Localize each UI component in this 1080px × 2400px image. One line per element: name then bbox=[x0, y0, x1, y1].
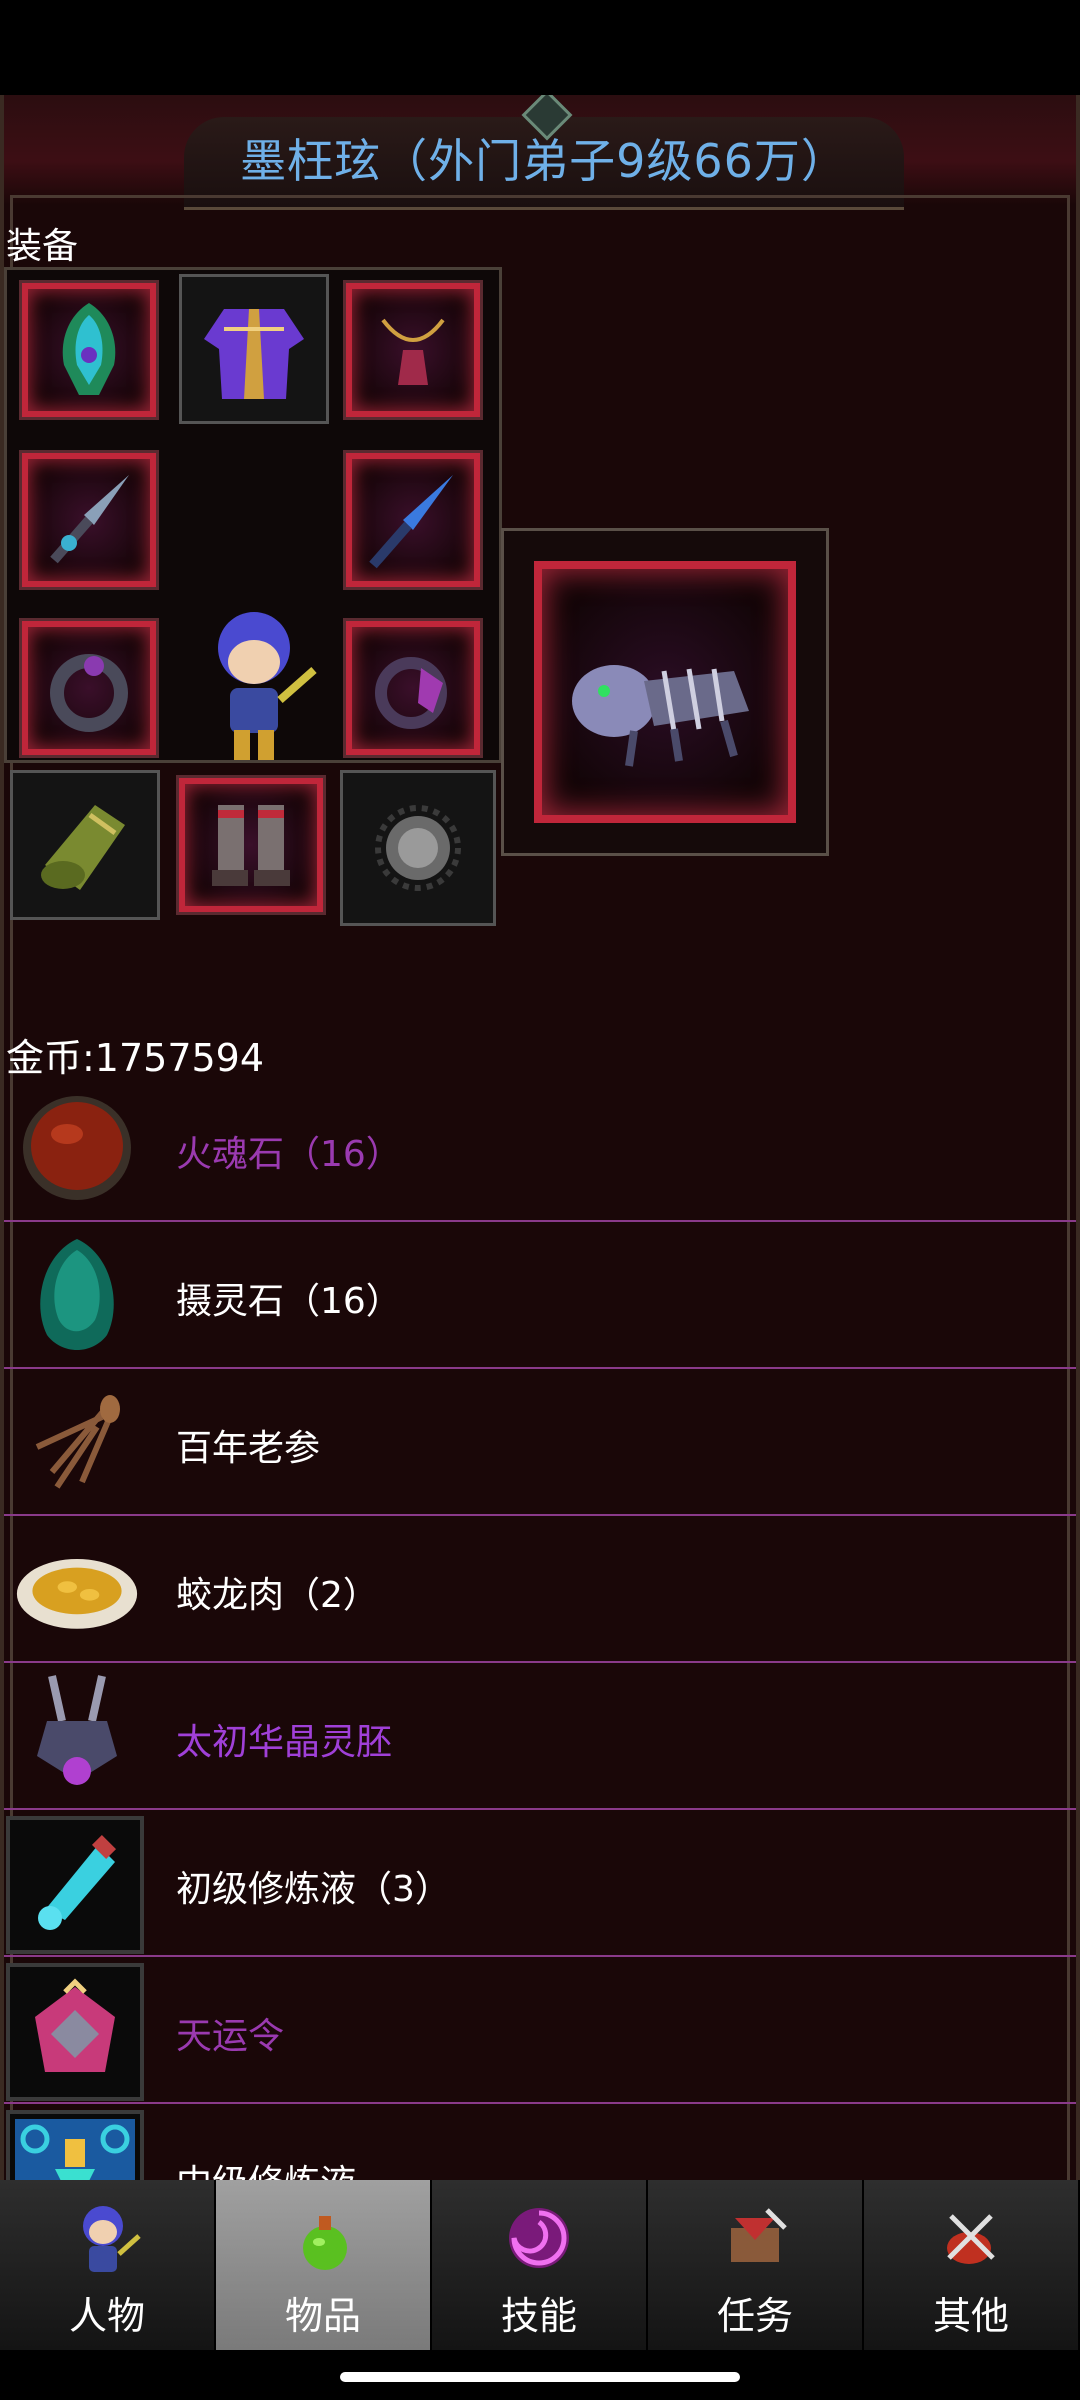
list-item[interactable]: 中级修炼液 bbox=[4, 2104, 1076, 2180]
equip-slot-bracer[interactable] bbox=[10, 770, 160, 920]
list-item[interactable]: 摄灵石（16） bbox=[4, 1222, 1076, 1369]
swords-icon bbox=[947, 2214, 995, 2264]
status-bar bbox=[0, 0, 1080, 95]
character-title: 墨枉玹（外门弟子9级66万） bbox=[240, 134, 848, 188]
item-icon-wrap bbox=[6, 1816, 144, 1954]
equip-slot-orb[interactable] bbox=[340, 770, 496, 926]
fortune-token-icon bbox=[35, 1978, 115, 2072]
fire-soul-stone-icon bbox=[23, 1096, 131, 1200]
tab-character[interactable]: 人物 bbox=[0, 2180, 216, 2350]
tab-label: 其他 bbox=[932, 2294, 1009, 2338]
item-icon-wrap bbox=[14, 1379, 140, 1505]
home-indicator[interactable] bbox=[340, 2372, 740, 2382]
list-item[interactable]: 天运令 bbox=[4, 1957, 1076, 2104]
tab-label: 任务 bbox=[716, 2294, 793, 2338]
equip-slot-robe[interactable] bbox=[179, 274, 329, 424]
potion-vial-icon bbox=[38, 1834, 117, 1930]
item-name: 中级修炼液 bbox=[176, 2154, 356, 2180]
list-item[interactable]: 火魂石（16） bbox=[4, 1075, 1076, 1222]
orb-icon bbox=[375, 805, 461, 891]
mount-frame bbox=[534, 561, 796, 823]
equip-slot-ring-left[interactable] bbox=[19, 618, 159, 758]
tab-label: 人物 bbox=[68, 2294, 145, 2338]
item-icon-wrap bbox=[6, 1963, 144, 2101]
item-name: 火魂石（16） bbox=[176, 1134, 402, 1175]
item-icon-wrap bbox=[14, 1673, 140, 1799]
character-icon bbox=[83, 2206, 141, 2272]
item-name: 初级修炼液（3） bbox=[176, 1869, 451, 1910]
tab-label: 物品 bbox=[284, 2294, 361, 2338]
list-item[interactable]: 百年老参 bbox=[4, 1369, 1076, 1516]
mecha-beast-icon bbox=[572, 665, 749, 767]
equip-slot-mount[interactable] bbox=[501, 528, 829, 856]
item-name: 摄灵石（16） bbox=[176, 1281, 402, 1322]
character-avatar bbox=[218, 612, 317, 760]
tab-items[interactable]: 物品 bbox=[216, 2180, 432, 2350]
bottom-tab-bar: 人物 物品 技能 任务 其他 bbox=[0, 2180, 1080, 2350]
item-icon-wrap bbox=[14, 1085, 140, 1211]
item-name: 天运令 bbox=[176, 2016, 285, 2057]
boots-icon bbox=[212, 805, 290, 886]
list-item[interactable]: 初级修炼液（3） bbox=[4, 1810, 1076, 1957]
crystal-embryo-icon bbox=[37, 1675, 117, 1785]
equip-slot-helmet[interactable] bbox=[19, 280, 159, 420]
necklace-icon bbox=[381, 318, 445, 385]
quest-flag-icon bbox=[731, 2208, 787, 2262]
inventory-window: 墨枉玹（外门弟子9级66万） 装备 金币:1757594 火魂石（16） 摄灵石… bbox=[0, 95, 1080, 2180]
skill-swirl-icon bbox=[509, 2208, 569, 2268]
item-icon-wrap bbox=[14, 1232, 140, 1358]
tab-quests[interactable]: 任务 bbox=[648, 2180, 864, 2350]
gold-amount: 金币:1757594 bbox=[6, 1036, 265, 1080]
blade-icon bbox=[369, 475, 453, 569]
tab-other[interactable]: 其他 bbox=[864, 2180, 1080, 2350]
ring-left-icon bbox=[50, 654, 128, 732]
robe-icon bbox=[204, 309, 304, 399]
tab-label: 技能 bbox=[500, 2294, 577, 2338]
equip-slot-ring-right[interactable] bbox=[343, 618, 483, 758]
bracer-icon bbox=[41, 805, 125, 890]
item-name: 太初华晶灵胚 bbox=[176, 1722, 393, 1763]
dragon-meat-icon bbox=[16, 1558, 138, 1629]
item-icon-wrap bbox=[6, 2110, 144, 2180]
equip-slot-boots[interactable] bbox=[176, 775, 326, 915]
potion-bag-icon bbox=[303, 2216, 347, 2270]
helmet-icon bbox=[62, 303, 116, 395]
equip-slot-blade[interactable] bbox=[343, 450, 483, 590]
ring-right-icon bbox=[375, 657, 447, 729]
item-name: 蛟龙肉（2） bbox=[176, 1575, 379, 1616]
spirit-stone-icon bbox=[40, 1239, 114, 1350]
equip-slot-necklace[interactable] bbox=[343, 280, 483, 420]
weapon-sword-icon bbox=[50, 475, 129, 564]
list-item[interactable]: 蛟龙肉（2） bbox=[4, 1516, 1076, 1663]
tab-skills[interactable]: 技能 bbox=[432, 2180, 648, 2350]
item-name: 百年老参 bbox=[176, 1428, 321, 1469]
equipment-label: 装备 bbox=[6, 226, 79, 267]
equip-slot-weapon[interactable] bbox=[19, 450, 159, 590]
item-icon-wrap bbox=[14, 1526, 140, 1652]
ginseng-icon bbox=[35, 1395, 120, 1489]
equipment-panel bbox=[4, 267, 502, 763]
elixir-flask-icon bbox=[15, 2119, 135, 2180]
system-nav-area bbox=[0, 2350, 1080, 2400]
list-item[interactable]: 太初华晶灵胚 bbox=[4, 1663, 1076, 1810]
